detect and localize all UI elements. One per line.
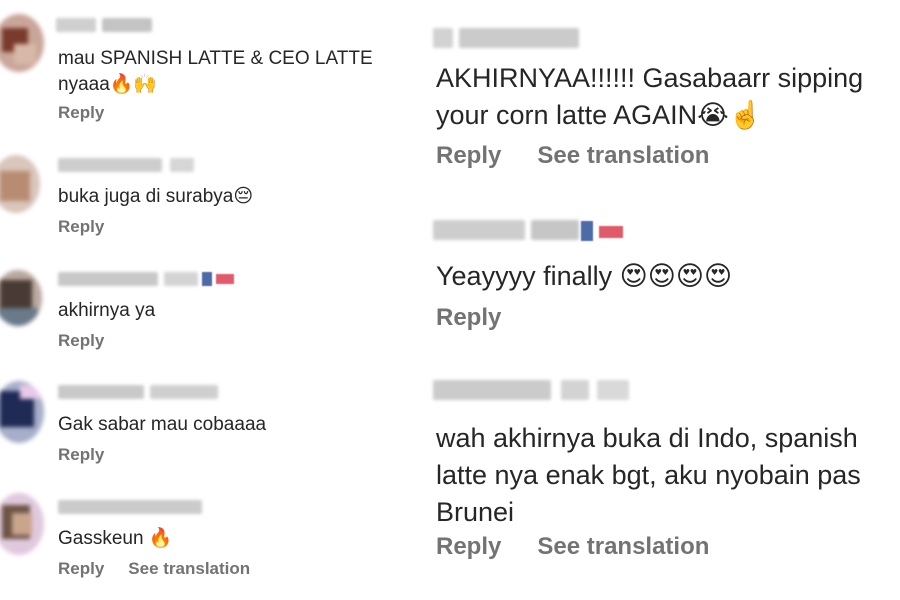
- comment-text: akhirnya ya: [58, 300, 156, 321]
- see-translation-button[interactable]: See translation: [537, 533, 709, 561]
- blurred-username[interactable]: [433, 380, 629, 400]
- avatar[interactable]: [0, 493, 44, 555]
- comment-actions: Reply: [58, 103, 104, 123]
- left-comments-panel: mau SPANISH LATTE & CEO LATTE nyaaa🔥🙌 Re…: [0, 0, 409, 600]
- reply-button[interactable]: Reply: [58, 103, 104, 123]
- reply-button[interactable]: Reply: [58, 559, 104, 579]
- reply-button[interactable]: Reply: [58, 331, 104, 351]
- reply-button[interactable]: Reply: [436, 533, 501, 561]
- comment-actions: Reply: [436, 304, 501, 332]
- indonesia-flag-icon: [202, 272, 236, 286]
- reply-button[interactable]: Reply: [436, 304, 501, 332]
- right-comments-panel: AKHIRNYAA!!!!!! Gasabaarr sipping your c…: [417, 0, 900, 600]
- comment-text: Yeayyyy finally 😍😍😍😍: [436, 261, 733, 291]
- comment-actions: Reply: [58, 445, 104, 465]
- avatar[interactable]: [0, 270, 42, 326]
- avatar[interactable]: [0, 381, 44, 443]
- avatar[interactable]: [0, 155, 40, 213]
- comment-actions: Reply See translation: [58, 559, 250, 579]
- see-translation-button[interactable]: See translation: [128, 559, 250, 579]
- blurred-username[interactable]: [433, 220, 579, 240]
- comment-actions: Reply See translation: [436, 533, 709, 561]
- comment-actions: Reply: [58, 217, 104, 237]
- reply-button[interactable]: Reply: [58, 445, 104, 465]
- comment-actions: Reply See translation: [436, 142, 709, 170]
- panel-divider: [409, 0, 417, 600]
- comment-text: buka juga di surabya😔: [58, 186, 254, 207]
- blurred-username[interactable]: [433, 28, 579, 48]
- blurred-username[interactable]: [58, 500, 202, 514]
- comment-actions: Reply: [58, 331, 104, 351]
- indonesia-flag-icon: [581, 221, 625, 241]
- blurred-username[interactable]: [58, 158, 194, 172]
- comment-text: mau SPANISH LATTE & CEO LATTE nyaaa🔥🙌: [58, 48, 373, 95]
- reply-button[interactable]: Reply: [436, 142, 501, 170]
- blurred-username[interactable]: [58, 272, 198, 286]
- comment-text: AKHIRNYAA!!!!!! Gasabaarr sipping your c…: [436, 63, 864, 130]
- comment-text: wah akhirnya buka di Indo, spanish latte…: [436, 423, 861, 527]
- blurred-username[interactable]: [58, 385, 218, 399]
- blurred-username[interactable]: [56, 18, 152, 32]
- comment-text: Gasskeun 🔥: [58, 528, 173, 549]
- avatar[interactable]: [0, 14, 44, 72]
- reply-button[interactable]: Reply: [58, 217, 104, 237]
- see-translation-button[interactable]: See translation: [537, 142, 709, 170]
- comment-text: Gak sabar mau cobaaaa: [58, 414, 267, 435]
